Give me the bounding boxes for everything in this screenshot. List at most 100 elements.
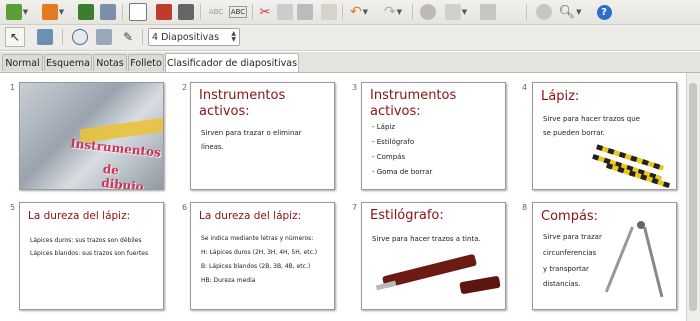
printer-icon (178, 4, 194, 20)
slide-thumbnail-6[interactable]: La dureza del lápiz: Se indica mediante … (190, 202, 335, 310)
slide-text: y transportar (543, 265, 589, 273)
save-button[interactable] (76, 2, 96, 22)
zoom-button[interactable]: 🔍︎ ▼ (556, 2, 584, 22)
undo-button[interactable]: ↶ ▼ (346, 2, 372, 22)
tab-notes[interactable]: Notas (93, 54, 127, 71)
export-icon (100, 4, 116, 20)
slide-title-line: Instrumentos (199, 88, 286, 103)
slide-title: Estilógrafo: (370, 208, 444, 223)
navigator-button[interactable] (534, 2, 554, 22)
open-button[interactable]: ▼ (40, 2, 66, 22)
slideshow-button[interactable] (34, 27, 56, 47)
slide-thumbnail-8[interactable]: Compás: Sirve para trazar circunferencia… (532, 202, 677, 310)
slide-number: 2 (182, 83, 188, 92)
tab-handout[interactable]: Folleto (128, 54, 164, 71)
separator (526, 4, 527, 20)
slide-title: Instrumentos activos: (199, 88, 285, 120)
separator (252, 4, 253, 20)
cut-button[interactable]: ✂ (256, 2, 274, 22)
slide-text: H: Lápices duros (2H, 3H, 4H, 5H, etc.) (201, 249, 318, 256)
copy-icon (277, 4, 293, 20)
tab-normal[interactable]: Normal (2, 54, 43, 71)
slide-thumbnail-2[interactable]: Instrumentos activos: Sirven para trazar… (190, 82, 335, 190)
edit-icon (129, 3, 147, 21)
image-button[interactable] (478, 2, 498, 22)
slide-text: distancias. (543, 280, 581, 288)
slide-number: 1 (10, 83, 16, 92)
export-button[interactable] (98, 2, 118, 22)
slide-text: líneas. (201, 143, 224, 151)
help-button[interactable]: ? (594, 2, 614, 22)
slide-title: La dureza del lápiz: (199, 210, 302, 222)
hide-slide-button[interactable]: ✎ (118, 27, 138, 47)
slide-text: B: Lápices blandos (2B, 3B, 4B, etc.) (201, 263, 311, 270)
slide-title: Instrumentos activos: (370, 88, 456, 120)
edit-file-button[interactable] (128, 2, 148, 22)
slide-text: Lápices blandos: sus trazos son fuertes (30, 250, 149, 257)
select-tool-button[interactable]: ↖ (5, 27, 25, 47)
slideshow-icon (37, 29, 53, 45)
autospellcheck-button[interactable]: ABC (228, 2, 248, 22)
slide-number: 8 (522, 203, 528, 212)
autospellcheck-icon: ABC (228, 6, 248, 18)
view-tabs: Normal Esquema Notas Folleto Clasificado… (0, 52, 700, 73)
slide-thumbnail-4[interactable]: Lápiz: Sirve para hacer trazos que se pu… (532, 82, 677, 190)
slide-thumbnail-7[interactable]: Estilógrafo: Sirve para hacer trazos a t… (361, 202, 506, 310)
image-icon (480, 4, 496, 20)
copy-button[interactable] (276, 2, 294, 22)
rehearse-timings-button[interactable] (70, 27, 90, 47)
slide-title-line: activos: (370, 104, 421, 119)
navigator-icon (536, 4, 552, 20)
slide-text: - Goma de borrar (372, 168, 433, 176)
slide-text: Sirve para trazar (543, 233, 602, 241)
zoom-icon: 🔍︎ (558, 4, 576, 20)
slide-title-line: activos: (199, 104, 250, 119)
print-button[interactable] (176, 2, 196, 22)
clone-format-button[interactable] (320, 2, 338, 22)
slide-text: - Compás (372, 153, 406, 161)
tab-outline[interactable]: Esquema (44, 54, 92, 71)
slides-per-row-combo[interactable]: 4 Diapositivas ▲ ▼ (148, 28, 240, 46)
slide-title-line: Instrumentos (370, 88, 457, 103)
slide-transition-button[interactable] (94, 27, 114, 47)
vertical-scrollbar[interactable] (686, 73, 700, 321)
standard-toolbar: ▼ ▼ ABC ABC ✂ ↶ ▼ ↷ ▼ ▼ 🔍︎ ▼ ? (0, 0, 700, 25)
slide-text: - Estilógrafo (372, 138, 415, 146)
paste-icon (297, 4, 313, 20)
export-pdf-button[interactable] (154, 2, 174, 22)
slide-text: Sirven para trazar o eliminar (201, 129, 302, 137)
separator (122, 4, 123, 20)
slide-number: 6 (182, 203, 188, 212)
paste-button[interactable] (296, 2, 314, 22)
slide-thumbnail-1[interactable]: Instrumentos de dibujo (19, 82, 164, 190)
slide-thumbnail-3[interactable]: Instrumentos activos: - Lápiz - Estilógr… (361, 82, 506, 190)
table-button[interactable]: ▼ (442, 2, 470, 22)
scrollbar-thumb[interactable] (689, 83, 697, 311)
slide-number: 7 (352, 203, 358, 212)
new-document-button[interactable]: ▼ (4, 2, 30, 22)
separator (142, 29, 143, 45)
slide-text: HB: Dureza media (201, 277, 256, 284)
folder-icon (41, 4, 58, 20)
new-document-icon (5, 4, 22, 20)
slide-sorter-toolbar: ↖ ✎ 4 Diapositivas ▲ ▼ (0, 25, 700, 51)
slide-text: se pueden borrar. (543, 129, 605, 137)
slide-thumbnail-5[interactable]: La dureza del lápiz: Lápices duros: sus … (19, 202, 164, 310)
slide-text: circunferencias (543, 249, 597, 257)
table-icon (444, 4, 461, 20)
tab-slide-sorter[interactable]: Clasificador de diapositivas (165, 53, 299, 72)
separator (62, 29, 63, 45)
chart-icon (420, 4, 436, 20)
chart-button[interactable] (418, 2, 438, 22)
pointer-icon: ↖ (9, 30, 21, 44)
slides-per-row-value: 4 Diapositivas (152, 31, 220, 43)
spellcheck-icon: ABC (208, 8, 224, 16)
transition-icon (96, 29, 112, 45)
slide-title: Lápiz: (541, 89, 580, 104)
spellcheck-button[interactable]: ABC (206, 2, 226, 22)
slide-number: 3 (352, 83, 358, 92)
spin-arrows-icon[interactable]: ▲ ▼ (231, 31, 236, 43)
separator (412, 4, 413, 20)
slide-text: - Lápiz (372, 123, 396, 131)
redo-button[interactable]: ↷ ▼ (380, 2, 406, 22)
